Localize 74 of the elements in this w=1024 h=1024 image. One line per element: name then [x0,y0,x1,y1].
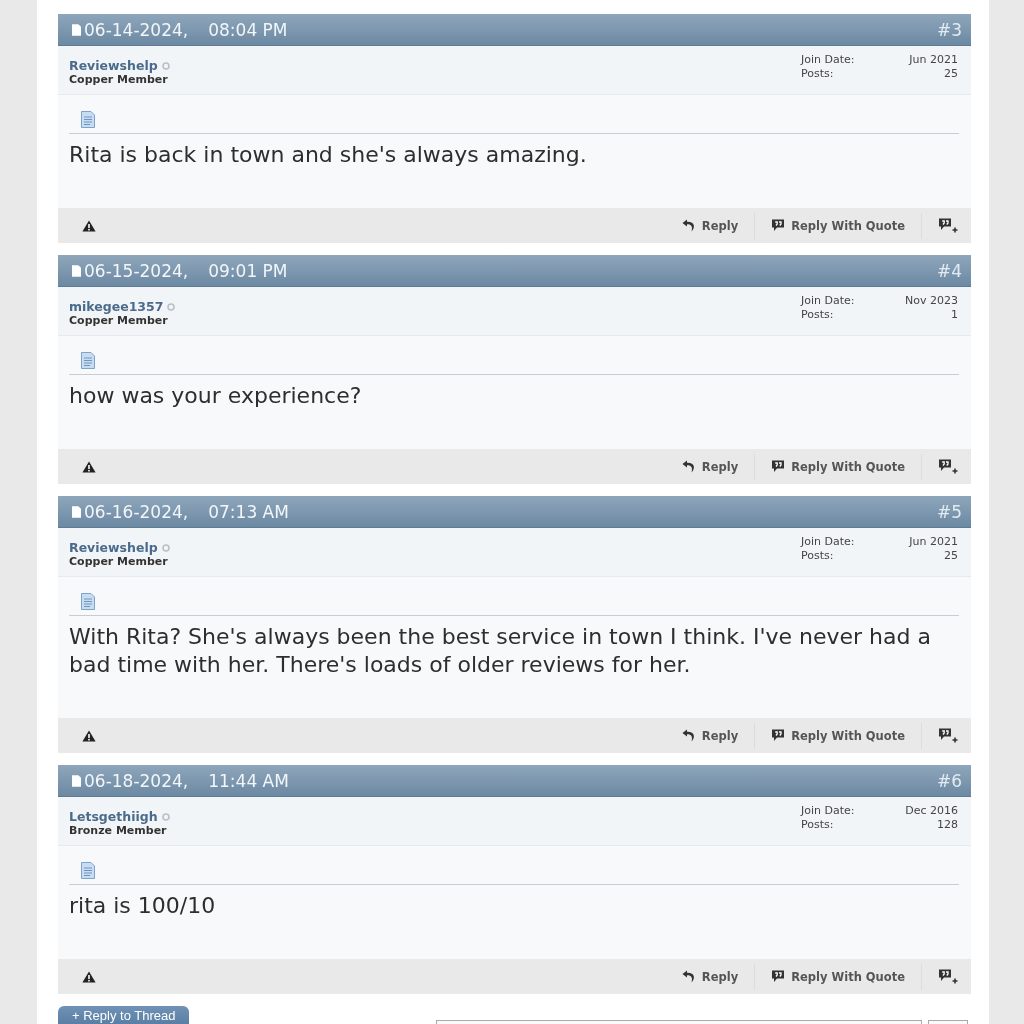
join-date-value: Jun 2021 [909,53,958,67]
post-date: 06-14-2024, [84,19,189,40]
page-icon [72,774,81,787]
multi-quote-button[interactable] [938,459,958,474]
member-rank: Copper Member [69,73,169,86]
warning-icon[interactable] [82,970,96,983]
post-time: 08:04 PM [208,19,288,40]
page-icon [72,505,81,518]
page-icon [72,264,81,277]
post-message: rita is 100/10 [69,892,217,920]
post-number-link[interactable]: #6 [936,770,962,791]
post-date: 06-18-2024, [84,770,189,791]
page-icon [72,23,81,36]
post-time: 11:44 AM [208,770,289,791]
quote-plus-icon [938,728,958,743]
member-rank: Bronze Member [69,824,168,837]
quote-plus-icon [938,218,958,233]
posts-count: 1 [950,307,958,321]
reply-arrow-icon [681,219,696,232]
warning-icon[interactable] [82,460,96,473]
reply-button[interactable]: Reply [681,459,739,474]
warning-icon[interactable] [82,729,96,742]
quote-bubble-icon [771,729,786,742]
quote-bubble-icon [771,460,786,473]
post-time: 07:13 AM [208,501,289,522]
quote-bubble-icon [771,219,786,232]
posts-count: 128 [936,817,958,831]
reply-button[interactable]: Reply [681,969,739,984]
reply-with-quote-button[interactable]: Reply With Quote [771,218,905,233]
document-icon [81,593,95,610]
multi-quote-button[interactable] [938,218,958,233]
document-icon [81,111,95,128]
post-time: 09:01 PM [208,260,288,281]
reply-arrow-icon [681,970,696,983]
username-link[interactable]: mikegee1357 [69,300,164,314]
join-date-value: Nov 2023 [905,294,958,308]
multi-quote-button[interactable] [938,728,958,743]
join-date-label: Join Date: [801,804,856,818]
document-icon [81,352,95,369]
reply-to-thread-button[interactable]: + Reply to Thread [58,1006,190,1024]
post-message: With Rita? She's always been the best service in town I think. I've never had a bad time with her. There's loads of older reviews for her. [69,623,932,679]
posts-count: 25 [943,66,958,80]
post-message: Rita is back in town and she's always amazing. [69,141,588,169]
reply-button[interactable]: Reply [681,728,739,743]
posts-count: 25 [943,548,958,562]
reply-arrow-icon [681,729,696,742]
join-date-value: Dec 2016 [905,804,958,818]
posts-label: Posts: [801,548,835,562]
member-rank: Copper Member [69,555,169,568]
join-date-label: Join Date: [801,294,856,308]
multi-quote-button[interactable] [938,969,958,984]
quote-bubble-icon [771,970,786,983]
username-link[interactable]: Reviewshelp [69,541,158,555]
username-link[interactable]: Reviewshelp [69,59,158,73]
username-link[interactable]: Letsgethiigh [69,810,158,824]
post-date: 06-15-2024, [84,260,189,281]
posts-label: Posts: [801,66,835,80]
document-icon [81,862,95,879]
reply-with-quote-button[interactable]: Reply With Quote [771,969,905,984]
reply-with-quote-button[interactable]: Reply With Quote [771,459,905,474]
post-message: how was your experience? [69,382,363,410]
join-date-label: Join Date: [801,535,856,549]
warning-icon[interactable] [82,219,96,232]
reply-button[interactable]: Reply [681,218,739,233]
posts-label: Posts: [801,817,835,831]
posts-label: Posts: [801,307,835,321]
quote-plus-icon [938,459,958,474]
quote-plus-icon [938,969,958,984]
post-date: 06-16-2024, [84,501,189,522]
reply-arrow-icon [681,460,696,473]
reply-with-quote-button[interactable]: Reply With Quote [771,728,905,743]
join-date-label: Join Date: [801,53,856,67]
join-date-value: Jun 2021 [909,535,958,549]
member-rank: Copper Member [69,314,169,327]
